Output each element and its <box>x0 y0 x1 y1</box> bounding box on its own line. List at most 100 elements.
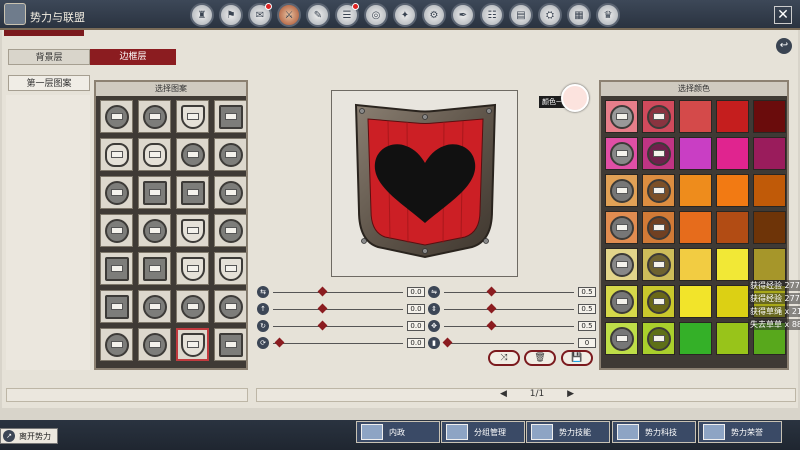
pattern-option[interactable] <box>214 290 247 323</box>
color-option[interactable] <box>605 211 638 244</box>
color-option[interactable] <box>605 100 638 133</box>
color-option[interactable] <box>716 100 749 133</box>
next-page-button[interactable]: ▶ <box>567 389 574 399</box>
color-option[interactable] <box>642 248 675 281</box>
right-slider-2[interactable]: ⇕ 0.5 <box>428 303 598 315</box>
pattern-option[interactable] <box>138 328 171 361</box>
pattern-option[interactable] <box>100 290 133 323</box>
right-slider-4[interactable]: ▮ 0 <box>428 337 598 349</box>
color-option[interactable] <box>642 322 675 355</box>
color-option[interactable] <box>716 285 749 318</box>
left-slider-value[interactable]: 0.0 <box>407 287 425 297</box>
color-option[interactable] <box>679 211 712 244</box>
flip-tool-button[interactable]: ⤨ <box>488 350 520 366</box>
right-slider-knob[interactable] <box>442 337 453 348</box>
right-slider-1[interactable]: ⇋ 0.5 <box>428 286 598 298</box>
pattern-option[interactable] <box>214 100 247 133</box>
pattern-option[interactable] <box>138 138 171 171</box>
color-option[interactable] <box>753 248 786 281</box>
top-tab-14-icon[interactable]: ▦ <box>567 3 591 27</box>
first-pattern-layer-button[interactable]: 第一层图案 <box>8 75 90 91</box>
color-option[interactable] <box>605 174 638 207</box>
pattern-option[interactable] <box>214 176 247 209</box>
prev-page-button[interactable]: ◀ <box>500 389 507 399</box>
top-tab-9-icon[interactable]: ⚙ <box>422 3 446 27</box>
left-slider-knob[interactable] <box>317 303 327 314</box>
pattern-option[interactable] <box>138 176 171 209</box>
color-option[interactable] <box>753 211 786 244</box>
color-option[interactable] <box>716 248 749 281</box>
left-slider-value[interactable]: 0.0 <box>407 304 425 314</box>
color-option[interactable] <box>716 211 749 244</box>
pattern-option[interactable] <box>176 138 209 171</box>
pattern-option[interactable] <box>214 328 247 361</box>
color-option[interactable] <box>605 322 638 355</box>
top-tab-12-icon[interactable]: ▤ <box>509 3 533 27</box>
pattern-option[interactable] <box>176 100 209 133</box>
color-option[interactable] <box>716 322 749 355</box>
color-option[interactable] <box>716 137 749 170</box>
color-option[interactable] <box>679 322 712 355</box>
pattern-option[interactable] <box>100 100 133 133</box>
pattern-option[interactable] <box>214 214 247 247</box>
top-tab-6-icon[interactable]: ☰ <box>335 3 359 27</box>
color-option[interactable] <box>753 174 786 207</box>
right-slider-knob[interactable] <box>486 303 497 314</box>
save-tool-button[interactable]: 💾 <box>561 350 593 366</box>
pattern-option[interactable] <box>138 100 171 133</box>
color-option[interactable] <box>642 137 675 170</box>
right-slider-knob[interactable] <box>486 320 497 331</box>
pattern-option[interactable] <box>176 176 209 209</box>
top-tab-7-icon[interactable]: ◎ <box>364 3 388 27</box>
pattern-option[interactable] <box>138 214 171 247</box>
color-option[interactable] <box>679 137 712 170</box>
right-slider-knob[interactable] <box>486 286 497 297</box>
color-option[interactable] <box>642 285 675 318</box>
color-option[interactable] <box>753 100 786 133</box>
left-slider-2[interactable]: ↑ 0.0 <box>257 303 427 315</box>
pattern-option[interactable] <box>176 214 209 247</box>
left-slider-value[interactable]: 0.0 <box>407 338 425 348</box>
left-slider-value[interactable]: 0.0 <box>407 321 425 331</box>
pattern-option[interactable] <box>176 252 209 285</box>
color-option[interactable] <box>642 100 675 133</box>
top-tab-15-icon[interactable]: ♛ <box>596 3 620 27</box>
force-honor-button[interactable]: 势力荣誉 <box>698 421 782 443</box>
pattern-option[interactable] <box>138 252 171 285</box>
top-tab-11-icon[interactable]: ☷ <box>480 3 504 27</box>
force-skills-button[interactable]: 势力技能 <box>526 421 610 443</box>
right-slider-value[interactable]: 0 <box>578 338 596 348</box>
color-option[interactable] <box>605 137 638 170</box>
color-option[interactable] <box>753 137 786 170</box>
right-slider-value[interactable]: 0.5 <box>578 304 596 314</box>
color-option[interactable] <box>716 174 749 207</box>
left-slider-knob[interactable] <box>274 337 285 348</box>
left-slider-knob[interactable] <box>317 286 327 297</box>
pattern-option[interactable] <box>100 138 133 171</box>
back-button[interactable]: ↩ <box>776 38 792 54</box>
top-tab-10-icon[interactable]: ✒ <box>451 3 475 27</box>
pattern-option[interactable] <box>100 328 133 361</box>
top-tab-2-icon[interactable]: ⚑ <box>219 3 243 27</box>
color-option[interactable] <box>679 285 712 318</box>
top-tab-5-icon[interactable]: ✎ <box>306 3 330 27</box>
left-slider-4[interactable]: ⟳ 0.0 <box>257 337 427 349</box>
top-tab-4-icon[interactable]: ⚔ <box>277 3 301 27</box>
pattern-option[interactable] <box>214 252 247 285</box>
group-management-button[interactable]: 分组管理 <box>441 421 525 443</box>
border-layer-tab[interactable]: 边框层 <box>90 49 176 65</box>
color-option[interactable] <box>642 211 675 244</box>
color-option[interactable] <box>679 248 712 281</box>
color-option[interactable] <box>679 100 712 133</box>
force-tech-button[interactable]: 势力科技 <box>612 421 696 443</box>
right-slider-value[interactable]: 0.5 <box>578 287 596 297</box>
leave-force-button[interactable]: ↗ 离开势力 <box>0 428 58 444</box>
left-slider-1[interactable]: ⇆ 0.0 <box>257 286 427 298</box>
top-tab-1-icon[interactable]: ♜ <box>190 3 214 27</box>
top-tab-3-icon[interactable]: ✉ <box>248 3 272 27</box>
color-option[interactable] <box>605 248 638 281</box>
pattern-option[interactable] <box>100 176 133 209</box>
color-option[interactable] <box>679 174 712 207</box>
pattern-option[interactable] <box>214 138 247 171</box>
top-tab-8-icon[interactable]: ✦ <box>393 3 417 27</box>
